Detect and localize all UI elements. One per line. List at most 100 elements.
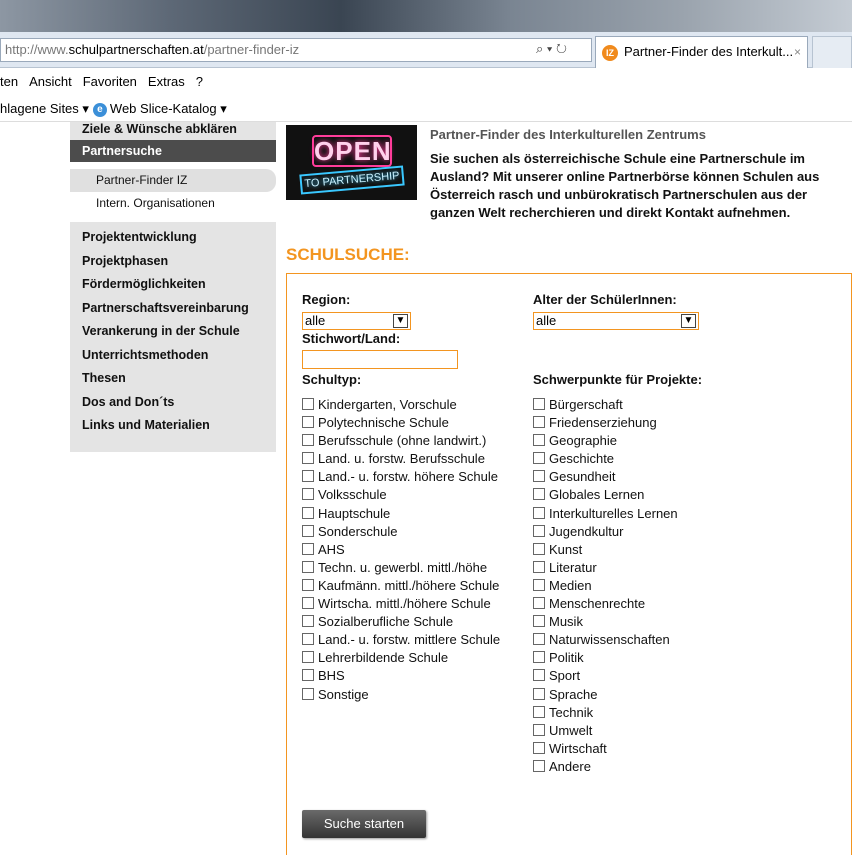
focus-option[interactable]: Politik [533,649,678,667]
checkbox[interactable] [533,705,545,718]
new-tab-button[interactable] [812,36,852,68]
checkbox[interactable] [533,669,545,682]
sidebar-item-project-development[interactable]: Projektentwicklung [70,226,276,250]
checkbox[interactable] [533,687,545,700]
tab-close-icon[interactable]: × [794,37,801,67]
refresh-icon[interactable]: ↻ [556,41,567,56]
dropdown-icon[interactable]: ▾ [547,41,552,56]
checkbox[interactable] [533,560,545,573]
schooltype-option[interactable]: Kaufmänn. mittl./höhere Schule [302,577,500,595]
checkbox[interactable] [533,524,545,537]
checkbox[interactable] [302,597,314,610]
checkbox[interactable] [302,398,314,410]
focus-option[interactable]: Naturwissenschaften [533,631,678,649]
focus-option[interactable]: Musik [533,613,678,631]
schooltype-option[interactable]: Land.- u. forstw. mittlere Schule [302,631,500,649]
web-slice-gallery-link[interactable]: Web Slice-Katalog ▾ [110,101,227,116]
checkbox[interactable] [302,488,314,501]
sidebar-item-teaching-methods[interactable]: Unterrichtsmethoden [70,344,276,368]
focus-option[interactable]: Andere [533,758,678,776]
sidebar-subitem-intern-orgs[interactable]: Intern. Organisationen [70,192,276,215]
age-select[interactable]: alle ▼ [533,312,699,330]
schooltype-option[interactable]: Techn. u. gewerbl. mittl./höhe [302,559,500,577]
focus-option[interactable]: Geschichte [533,450,678,468]
checkbox[interactable] [302,615,314,628]
schooltype-option[interactable]: Berufsschule (ohne landwirt.) [302,432,500,450]
schooltype-option[interactable]: Lehrerbildende Schule [302,649,500,667]
checkbox[interactable] [302,651,314,664]
sidebar-subitem-partner-finder[interactable]: Partner-Finder IZ [70,169,276,192]
menu-item[interactable]: ten [0,74,18,89]
schooltype-option[interactable]: Land. u. forstw. Berufsschule [302,450,500,468]
address-bar[interactable]: http://www.schulpartnerschaften.at/partn… [0,38,592,62]
focus-option[interactable]: Gesundheit [533,468,678,486]
keyword-input[interactable] [302,350,458,369]
schooltype-option[interactable]: Sonstige [302,686,500,704]
focus-option[interactable]: Sport [533,667,678,685]
focus-option[interactable]: Sprache [533,686,678,704]
schooltype-option[interactable]: Hauptschule [302,505,500,523]
sidebar-item-dos-donts[interactable]: Dos and Don´ts [70,391,276,415]
checkbox[interactable] [302,470,314,483]
schooltype-option[interactable]: AHS [302,541,500,559]
checkbox[interactable] [533,741,545,754]
focus-option[interactable]: Bürgerschaft [533,396,678,414]
focus-option[interactable]: Interkulturelles Lernen [533,505,678,523]
checkbox[interactable] [533,651,545,664]
checkbox[interactable] [533,452,545,465]
menu-item-view[interactable]: Ansicht [29,74,72,89]
checkbox[interactable] [533,633,545,646]
schooltype-option[interactable]: Sozialberufliche Schule [302,613,500,631]
menu-item-extras[interactable]: Extras [148,74,185,89]
menu-item-help[interactable]: ? [196,74,203,89]
schooltype-option[interactable]: Volksschule [302,486,500,504]
checkbox[interactable] [302,416,314,429]
menu-item-favorites[interactable]: Favoriten [83,74,137,89]
search-start-button[interactable]: Suche starten [302,810,426,838]
checkbox[interactable] [302,524,314,537]
sidebar-item-project-phases[interactable]: Projektphasen [70,250,276,274]
checkbox[interactable] [533,615,545,628]
sidebar-item-funding[interactable]: Fördermöglichkeiten [70,273,276,297]
sidebar-item-partner-search[interactable]: Partnersuche [70,140,276,162]
checkbox[interactable] [302,506,314,519]
focus-option[interactable]: Wirtschaft [533,740,678,758]
focus-option[interactable]: Literatur [533,559,678,577]
checkbox[interactable] [302,452,314,465]
checkbox[interactable] [533,597,545,610]
checkbox[interactable] [302,434,314,447]
suggested-sites-link[interactable]: hlagene Sites ▾ [0,101,89,116]
checkbox[interactable] [302,560,314,573]
checkbox[interactable] [533,578,545,591]
sidebar-item-goals[interactable]: Ziele & Wünsche abklären [70,122,276,140]
focus-option[interactable]: Kunst [533,541,678,559]
focus-option[interactable]: Globales Lernen [533,486,678,504]
sidebar-item-theses[interactable]: Thesen [70,367,276,391]
sidebar-item-partnership-agreement[interactable]: Partnerschaftsvereinbarung [70,297,276,321]
focus-option[interactable]: Menschenrechte [533,595,678,613]
checkbox[interactable] [533,416,545,429]
checkbox[interactable] [302,542,314,555]
region-select[interactable]: alle ▼ [302,312,411,330]
focus-option[interactable]: Friedenserziehung [533,414,678,432]
sidebar-item-links[interactable]: Links und Materialien [70,414,276,438]
focus-option[interactable]: Umwelt [533,722,678,740]
checkbox[interactable] [533,759,545,772]
checkbox[interactable] [302,633,314,646]
schooltype-option[interactable]: Sonderschule [302,523,500,541]
focus-option[interactable]: Technik [533,704,678,722]
schooltype-option[interactable]: Wirtscha. mittl./höhere Schule [302,595,500,613]
checkbox[interactable] [533,488,545,501]
focus-option[interactable]: Geographie [533,432,678,450]
checkbox[interactable] [302,578,314,591]
focus-option[interactable]: Jugendkultur [533,523,678,541]
focus-option[interactable]: Medien [533,577,678,595]
checkbox[interactable] [533,398,545,410]
checkbox[interactable] [302,687,314,700]
checkbox[interactable] [533,723,545,736]
checkbox[interactable] [533,434,545,447]
schooltype-option[interactable]: BHS [302,667,500,685]
schooltype-option[interactable]: Land.- u. forstw. höhere Schule [302,468,500,486]
schooltype-option[interactable]: Polytechnische Schule [302,414,500,432]
sidebar-item-anchoring[interactable]: Verankerung in der Schule [70,320,276,344]
